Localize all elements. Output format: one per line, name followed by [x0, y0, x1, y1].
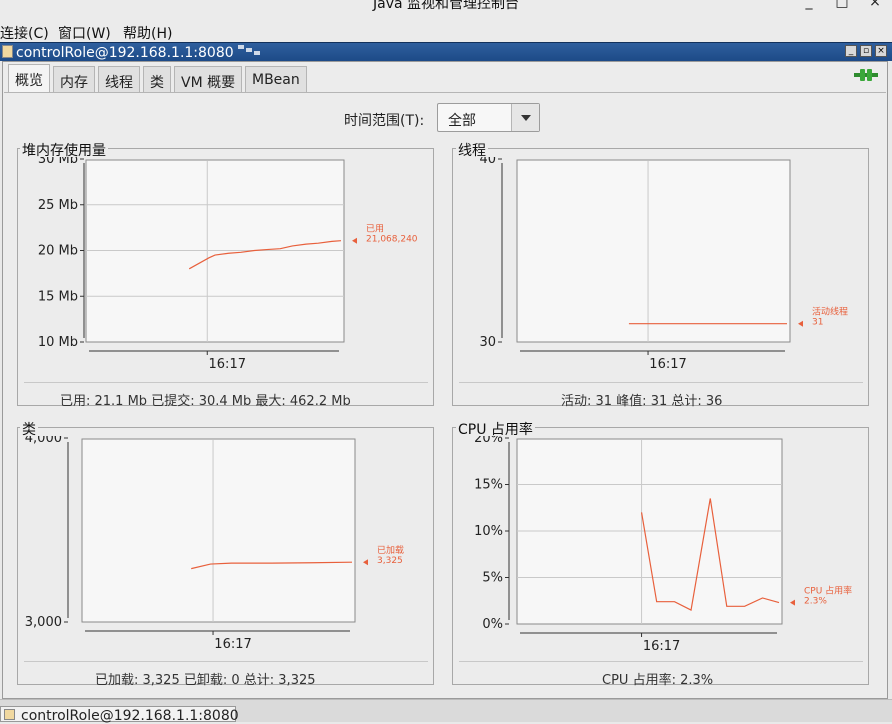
heap-memory-chart: 10 Mb 15 Mb 20 Mb 25 Mb 30 Mb 16:17 已用21,068,2… — [38, 157, 418, 372]
app-titlebar: Java 监视和管理控制台 _ □ × — [0, 0, 892, 22]
classes-stats: 已加载: 3,325 已卸载: 0 总计: 3,325 — [95, 673, 316, 688]
tab-overview[interactable]: 概览 — [8, 64, 50, 93]
y-tick-label: 15% — [474, 478, 503, 493]
tab-vm-summary[interactable]: VM 概要 — [174, 66, 243, 93]
tab-threads[interactable]: 线程 — [98, 66, 140, 93]
tab-classes[interactable]: 类 — [143, 66, 171, 93]
y-tick-label: 10% — [474, 524, 503, 539]
x-tick-label: 16:17 — [209, 357, 246, 372]
frame-restore-button[interactable]: ▫ — [860, 45, 872, 57]
minimize-window-button[interactable]: _ — [801, 0, 817, 10]
series-marker — [790, 599, 795, 606]
series-name: 已用 — [366, 224, 384, 235]
y-tick-label: 4,000 — [25, 436, 62, 446]
close-window-button[interactable]: × — [867, 0, 883, 10]
series-marker — [352, 237, 357, 244]
menu-bar: 连接(C) 窗口(W) 帮助(H) — [0, 22, 892, 42]
tab-divider — [4, 92, 886, 93]
connected-plug-icon — [852, 66, 880, 84]
menu-help[interactable]: 帮助(H) — [123, 23, 172, 43]
series-name: CPU 占用率 — [804, 585, 852, 597]
series-name: 已加载 — [377, 544, 404, 556]
series-value: 31 — [812, 318, 823, 328]
connection-status-icon — [236, 43, 268, 57]
maximize-window-button[interactable]: □ — [834, 0, 850, 10]
series-marker — [363, 559, 368, 566]
connection-title: controlRole@192.168.1.1:8080 — [16, 45, 234, 61]
cpu-stats-divider — [459, 661, 863, 662]
y-tick-label: 5% — [482, 571, 503, 586]
y-tick-label: 40 — [479, 157, 496, 167]
java-icon — [2, 45, 13, 58]
series-marker — [798, 320, 803, 327]
heap-stats-divider — [24, 382, 428, 383]
threads-stats: 活动: 31 峰值: 31 总计: 36 — [561, 394, 723, 409]
series-name: 活动线程 — [812, 306, 848, 318]
time-range-label: 时间范围(T): — [344, 113, 425, 129]
app-title: Java 监视和管理控制台 — [372, 0, 520, 12]
tab-memory[interactable]: 内存 — [53, 66, 95, 93]
series-value: 2.3% — [804, 597, 827, 607]
y-tick-label: 15 Mb — [38, 289, 78, 304]
time-range-value: 全部 — [448, 113, 476, 129]
classes-chart: 3,000 4,000 16:17 已加载3,325 — [25, 436, 404, 652]
threads-stats-divider — [459, 382, 863, 383]
y-tick-label: 30 Mb — [38, 157, 78, 167]
plot-area — [81, 438, 356, 623]
chevron-down-icon[interactable] — [511, 104, 539, 131]
y-tick-label: 3,000 — [25, 615, 62, 630]
frame-minimize-button[interactable]: _ — [845, 45, 857, 57]
y-tick-label: 0% — [482, 617, 503, 632]
taskbar-connection-item[interactable]: controlRole@192.168.1.1:8080 — [0, 706, 239, 724]
classes-stats-divider — [24, 661, 428, 662]
tab-mbean[interactable]: MBean — [245, 66, 307, 93]
x-tick-label: 16:17 — [214, 637, 251, 652]
series-value: 21,068,240 — [366, 235, 418, 245]
time-range-dropdown[interactable]: 全部 — [437, 103, 540, 132]
y-tick-label: 20% — [474, 436, 503, 446]
x-tick-label: 16:17 — [649, 357, 686, 372]
series-value: 3,325 — [377, 556, 403, 566]
y-tick-label: 10 Mb — [38, 335, 78, 350]
y-tick-label: 20 Mb — [38, 244, 78, 259]
connection-frame-titlebar[interactable]: controlRole@192.168.1.1:8080 _ ▫ × — [0, 42, 892, 61]
cpu-usage-chart: 0% 5% 10% 15% 20% 16:17 CPU 占用率2.3% — [474, 436, 852, 654]
threads-chart: 30 40 16:17 活动线程31 — [479, 157, 848, 372]
java-icon — [4, 709, 15, 720]
frame-close-button[interactable]: × — [875, 45, 887, 57]
plot-area — [516, 159, 791, 343]
heap-stats: 已用: 21.1 Mb 已提交: 30.4 Mb 最大: 462.2 Mb — [60, 394, 351, 409]
y-tick-label: 25 Mb — [38, 198, 78, 213]
menu-window[interactable]: 窗口(W) — [58, 23, 111, 43]
cpu-stats: CPU 占用率: 2.3% — [602, 673, 714, 688]
y-tick-label: 30 — [479, 335, 496, 350]
x-tick-label: 16:17 — [643, 639, 680, 654]
menu-connection[interactable]: 连接(C) — [0, 23, 49, 43]
